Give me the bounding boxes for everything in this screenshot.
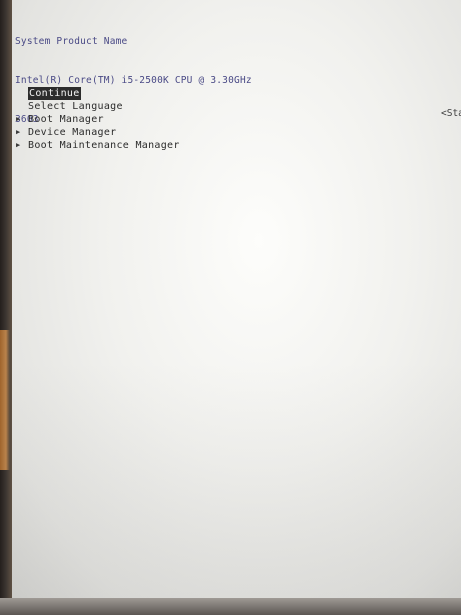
menu-item-label: Select Language — [28, 101, 123, 112]
menu-item-label: Continue — [28, 87, 81, 100]
menu-item-boot-manager[interactable]: ▶ Boot Manager — [16, 113, 180, 126]
system-product-name: System Product Name — [15, 36, 128, 47]
triangle-right-icon: ▶ — [16, 115, 21, 123]
boot-menu: Continue Select Language ▶ Boot Manager … — [16, 87, 180, 152]
menu-item-boot-maintenance-manager[interactable]: ▶ Boot Maintenance Manager — [16, 139, 180, 152]
menu-item-label: Device Manager — [28, 127, 117, 138]
monitor-bezel-bottom — [0, 598, 461, 615]
menu-item-device-manager[interactable]: ▶ Device Manager — [16, 126, 180, 139]
menu-item-label: Boot Maintenance Manager — [28, 140, 180, 151]
triangle-right-icon: ▶ — [16, 141, 21, 149]
menu-item-select-language[interactable]: Select Language — [16, 100, 180, 113]
triangle-right-icon: ▶ — [16, 128, 21, 136]
menu-item-label: Boot Manager — [28, 114, 104, 125]
bios-screen: System Product Name Intel(R) Core(TM) i5… — [12, 0, 461, 602]
help-hint-text: <Sta — [441, 108, 461, 119]
menu-item-continue[interactable]: Continue — [16, 87, 180, 100]
bezel-reflection — [0, 330, 10, 470]
cpu-info: Intel(R) Core(TM) i5-2500K CPU @ 3.30GHz — [15, 75, 252, 86]
